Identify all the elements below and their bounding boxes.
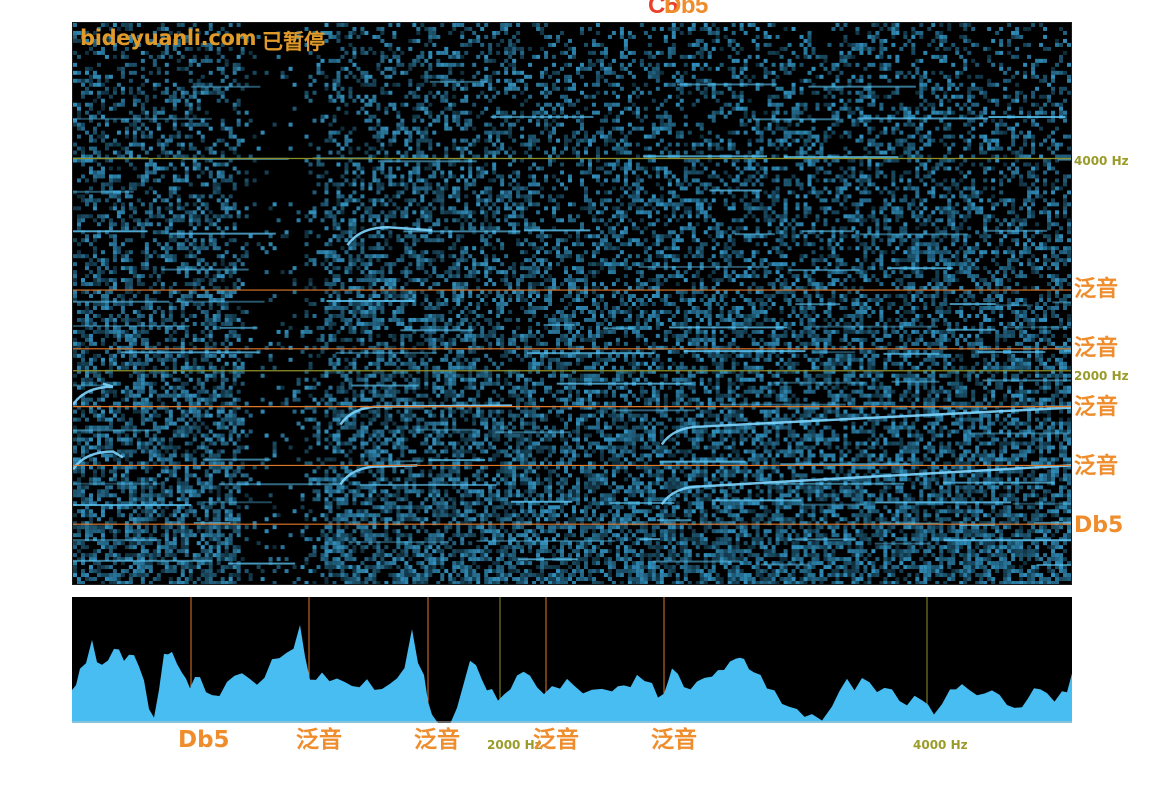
freq-marker-label: 2000 Hz [1074, 369, 1129, 383]
overtone-marker-label: 泛音 [1074, 336, 1119, 361]
overtone-marker-label: 泛音 [533, 727, 579, 753]
spectrogram-panel[interactable] [72, 22, 1072, 585]
freq-marker-label: 4000 Hz [1074, 154, 1129, 168]
fundamental-note-label: Db5 [1074, 513, 1124, 538]
spectrum-canvas [72, 597, 1072, 723]
spectrum-panel[interactable] [72, 597, 1072, 723]
freq-marker-label: 4000 Hz [913, 738, 968, 752]
spectrogram-noise [73, 23, 1071, 584]
overtone-marker-label: 泛音 [1074, 395, 1119, 420]
overtone-marker-label: 泛音 [296, 727, 342, 753]
site-watermark: bideyuanli.com [80, 26, 257, 50]
overtone-marker-label: 泛音 [1074, 277, 1119, 302]
fundamental-note-label: Db5 [178, 727, 230, 753]
paused-status: 已暂停 [262, 30, 325, 54]
overtone-marker-label: 泛音 [1074, 454, 1119, 479]
overtone-marker-label: 泛音 [651, 727, 697, 753]
top-note-label-orange: Db5 [664, 0, 708, 19]
spectrogram-canvas [73, 23, 1071, 584]
overtone-marker-label: 泛音 [414, 727, 460, 753]
spectrum-envelope [72, 625, 1072, 723]
